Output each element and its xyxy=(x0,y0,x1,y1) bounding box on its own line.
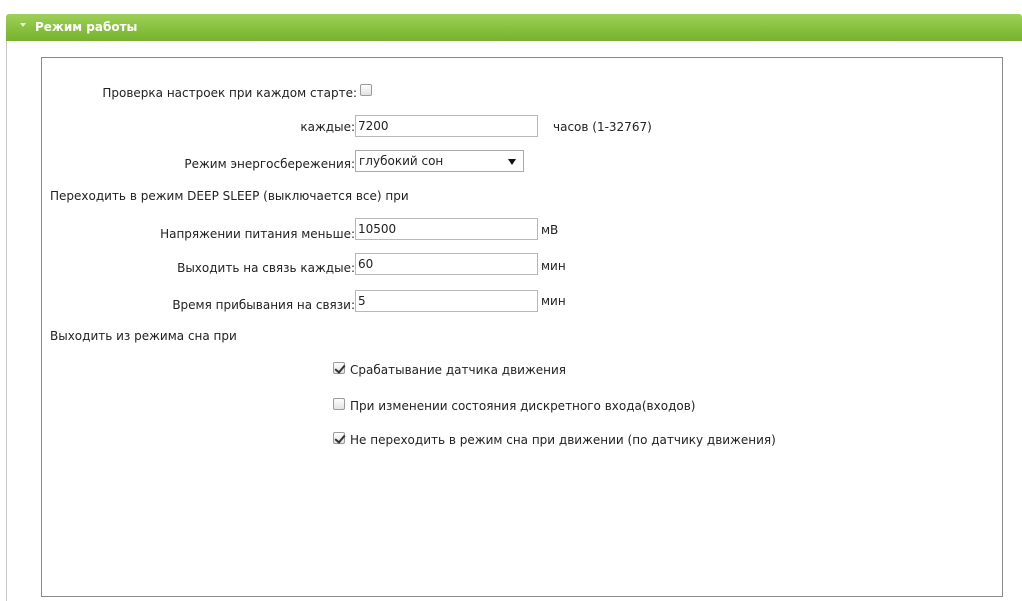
settings-box xyxy=(41,57,1003,597)
stay-connected-label: Время прибывания на связи: xyxy=(172,298,355,312)
panel-header[interactable]: Режим работы xyxy=(6,14,1022,41)
every-hours-input[interactable] xyxy=(355,115,538,137)
wake-option-label: При изменении состояния дискретного вход… xyxy=(350,399,696,413)
connect-every-input[interactable] xyxy=(355,253,538,275)
collapse-arrow-icon xyxy=(20,23,26,27)
chevron-down-icon xyxy=(508,159,516,165)
wake-option-checkbox[interactable] xyxy=(333,362,345,374)
check-on-start-checkbox[interactable] xyxy=(360,84,372,96)
every-label: каждые: xyxy=(300,120,355,134)
power-mode-selected: глубокий сон xyxy=(359,154,444,168)
connect-every-unit: мин xyxy=(541,259,566,273)
voltage-input[interactable] xyxy=(355,218,538,240)
connect-every-label: Выходить на связь каждые: xyxy=(177,261,355,275)
every-suffix: часов (1-32767) xyxy=(553,120,652,134)
voltage-unit: мВ xyxy=(541,223,559,237)
wake-option-label: Срабатывание датчика движения xyxy=(350,363,567,377)
check-on-start-label: Проверка настроек при каждом старте: xyxy=(102,86,357,100)
stay-connected-unit: мин xyxy=(541,294,566,308)
stay-connected-input[interactable] xyxy=(355,290,538,312)
deep-sleep-heading: Переходить в режим DEEP SLEEP (выключает… xyxy=(50,189,409,203)
wake-option-checkbox[interactable] xyxy=(333,398,345,410)
power-mode-select[interactable]: глубокий сон xyxy=(355,150,524,172)
voltage-label: Напряжении питания меньше: xyxy=(160,227,355,241)
wake-option-checkbox[interactable] xyxy=(333,432,345,444)
wake-heading: Выходить из режима сна при xyxy=(50,329,237,343)
wake-option-label: Не переходить в режим сна при движении (… xyxy=(350,433,776,447)
panel-title: Режим работы xyxy=(35,20,138,34)
power-mode-label: Режим энергосбережения: xyxy=(184,157,355,171)
